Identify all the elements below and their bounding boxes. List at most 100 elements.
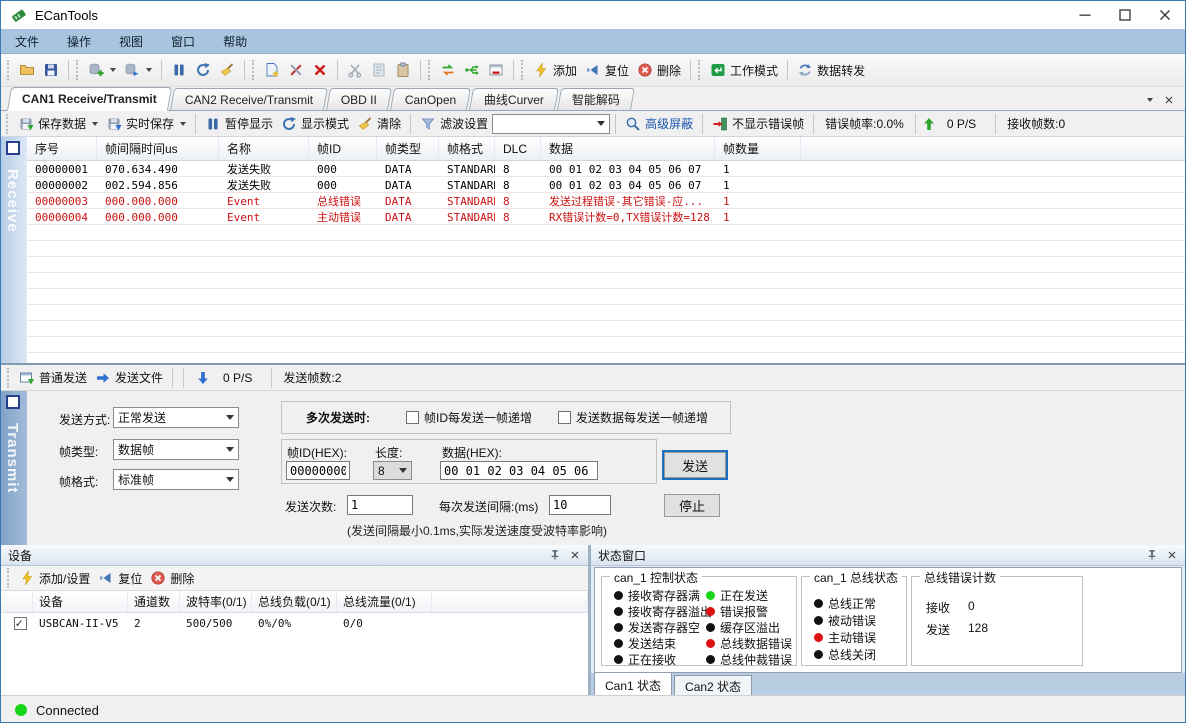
panel-close-icon[interactable] [569, 549, 581, 561]
menu-view[interactable]: 视图 [105, 29, 157, 53]
device-add-label: 添加/设置 [39, 570, 90, 587]
menu-window[interactable]: 窗口 [157, 29, 209, 53]
filter-settings-button[interactable]: 滤波设置 [416, 112, 492, 135]
cut-button[interactable] [343, 59, 367, 81]
save-button[interactable] [39, 59, 63, 81]
bus-error-count-group: 总线错误计数 接收 0 发送 128 [911, 576, 1083, 666]
send-button[interactable]: 发送 [664, 452, 726, 478]
toolbar-separator [813, 114, 814, 134]
data-hex-input[interactable] [440, 461, 598, 480]
paste-button[interactable] [391, 59, 415, 81]
frame-format-value: 标准帧 [118, 471, 222, 488]
normal-send-button[interactable]: 普通发送 [15, 366, 91, 389]
tab-can1[interactable]: CAN1 Receive/Transmit [7, 87, 172, 111]
tools-button[interactable] [284, 59, 308, 81]
interval-input[interactable] [549, 495, 611, 515]
refresh-button[interactable] [191, 59, 215, 81]
display-mode-label: 显示模式 [301, 115, 349, 132]
rx-count-value: 0 [968, 599, 975, 613]
send-times-input[interactable] [347, 495, 413, 515]
close-button[interactable] [1145, 1, 1185, 29]
pin-icon[interactable] [1146, 549, 1158, 561]
tab-decode[interactable]: 智能解码 [557, 88, 635, 110]
device-reset-button[interactable]: 复位 [94, 567, 146, 590]
pause-display-button[interactable]: 暂停显示 [201, 112, 277, 135]
toolbar-separator [787, 60, 788, 80]
toolbar-separator [337, 60, 338, 80]
open-button[interactable] [15, 59, 39, 81]
table-row[interactable]: 00000002002.594.856发送失败000DATASTANDARD80… [27, 177, 1185, 193]
send-mode-value: 正常发送 [118, 409, 222, 426]
tab-curver[interactable]: 曲线Curver [469, 88, 559, 110]
panel-close-icon[interactable] [1166, 549, 1178, 561]
stop-button[interactable]: 停止 [664, 494, 720, 517]
usb-button[interactable] [460, 59, 484, 81]
length-select[interactable]: 8 [373, 461, 412, 480]
device-add-button[interactable]: 添加/设置 [15, 567, 94, 590]
tx-count-value: 128 [968, 621, 988, 635]
add-device-button[interactable]: 添加 [529, 59, 581, 82]
device-delete-button[interactable]: 删除 [146, 567, 198, 590]
device-baud: 500/500 [180, 617, 252, 630]
data-forward-button[interactable]: 数据转发 [793, 59, 869, 82]
menu-help[interactable]: 帮助 [209, 29, 261, 53]
copy-button[interactable] [367, 59, 391, 81]
frame-id-input[interactable] [286, 461, 350, 480]
col-frame-count: 帧数量 [715, 137, 801, 160]
frame-edit-group: 帧ID(HEX): 长度: 8 数据(HEX): [281, 439, 657, 484]
tab-obd2[interactable]: OBD II [326, 88, 392, 110]
delete-device-button[interactable]: 删除 [633, 59, 685, 82]
device-row[interactable]: USBCAN-II-V5 2 500/500 0%/0% 0/0 [1, 613, 588, 633]
menu-file[interactable]: 文件 [1, 29, 53, 53]
menu-bar: 文件 操作 视图 窗口 帮助 [1, 29, 1185, 54]
device-panel-header: 设备 [1, 545, 588, 566]
save-data-button[interactable]: 保存数据 [14, 112, 102, 135]
transmit-collapse-toggle[interactable] [6, 395, 20, 409]
tab-overflow-caret-icon[interactable] [1147, 98, 1153, 102]
table-row[interactable]: 00000003000.000.000Event总线错误DATASTANDARD… [27, 193, 1185, 209]
tab-canopen[interactable]: CanOpen [390, 88, 471, 110]
send-file-button[interactable]: 发送文件 [91, 366, 167, 389]
delete-x-button[interactable] [308, 59, 332, 81]
frame-type-select[interactable]: 数据帧 [113, 439, 239, 460]
advanced-mask-button[interactable]: 高级屏蔽 [621, 112, 697, 135]
tab-close-icon[interactable] [1163, 94, 1175, 106]
pin-icon[interactable] [549, 549, 561, 561]
table-row[interactable]: 00000001070.634.490发送失败000DATASTANDARD80… [27, 161, 1185, 177]
new-doc-button[interactable] [260, 59, 284, 81]
filter-select[interactable] [492, 114, 610, 134]
toolbar-grip [76, 60, 80, 80]
id-increment-checkbox[interactable] [406, 411, 419, 424]
pause-button[interactable] [167, 59, 191, 81]
hide-error-frames-button[interactable]: 不显示错误帧 [708, 112, 808, 135]
swap-button[interactable] [436, 59, 460, 81]
status-led [614, 607, 623, 616]
clear-button[interactable]: 清除 [353, 112, 405, 135]
display-mode-button[interactable]: 显示模式 [277, 112, 353, 135]
db-add-button[interactable] [84, 59, 120, 81]
data-increment-checkbox[interactable] [558, 411, 571, 424]
led-label: 缓存区溢出 [720, 619, 780, 636]
device-flow: 0/0 [337, 617, 432, 630]
maximize-button[interactable] [1105, 1, 1145, 29]
window-minus-button[interactable] [484, 59, 508, 81]
control-status-group: can_1 控制状态 接收寄存器满 接收寄存器溢出 发送寄存器空 发送结束 正在… [601, 576, 797, 666]
frame-format-select[interactable]: 标准帧 [113, 469, 239, 490]
status-led [706, 623, 715, 632]
menu-operate[interactable]: 操作 [53, 29, 105, 53]
tab-can2[interactable]: CAN2 Receive/Transmit [170, 88, 328, 110]
db-export-button[interactable] [120, 59, 156, 81]
receive-collapse-toggle[interactable] [6, 141, 20, 155]
send-mode-select[interactable]: 正常发送 [113, 407, 239, 428]
reset-device-button[interactable]: 复位 [581, 59, 633, 82]
table-row[interactable]: 00000004000.000.000Event主动错误DATASTANDARD… [27, 209, 1185, 225]
send-file-arrow-icon [95, 370, 111, 386]
status-led [814, 650, 823, 659]
status-led [706, 607, 715, 616]
clean-button[interactable] [215, 59, 239, 81]
sent-count-text: 发送帧数:2 [277, 369, 347, 386]
minimize-button[interactable] [1065, 1, 1105, 29]
work-mode-button[interactable]: 工作模式 [706, 59, 782, 82]
device-enabled-checkbox[interactable] [14, 617, 27, 630]
realtime-save-button[interactable]: 实时保存 [102, 112, 190, 135]
